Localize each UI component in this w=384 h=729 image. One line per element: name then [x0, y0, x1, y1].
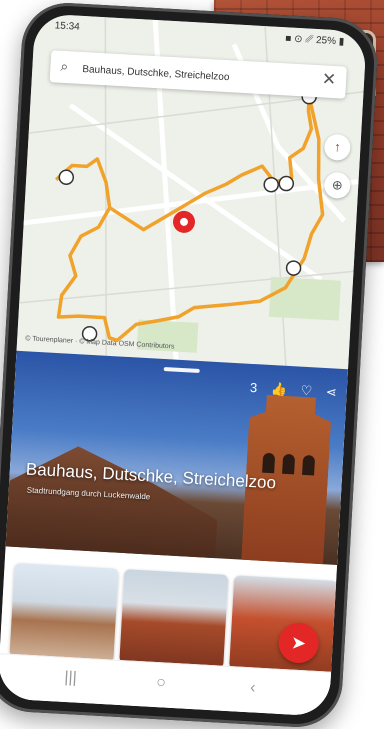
- share-icon[interactable]: ⋖: [325, 384, 337, 400]
- gallery-photo[interactable]: [9, 562, 119, 663]
- back-button[interactable]: ‹: [250, 679, 256, 697]
- search-icon: ⌕: [60, 57, 69, 75]
- park-area: [268, 276, 341, 321]
- gallery-photo[interactable]: [119, 569, 229, 669]
- phone-screen: ⌕ ✕ ↑ ⊕ © Tourenplaner · © Map Data OSM …: [0, 13, 367, 717]
- poi-marker[interactable]: [278, 175, 295, 192]
- parking-marker[interactable]: [285, 260, 302, 276]
- phone-frame: ⌕ ✕ ↑ ⊕ © Tourenplaner · © Map Data OSM …: [0, 0, 380, 729]
- status-time: 15:34: [54, 20, 81, 33]
- sheet-drag-handle[interactable]: [163, 366, 200, 373]
- home-button[interactable]: ○: [156, 674, 167, 693]
- recent-apps-button[interactable]: |||: [64, 669, 77, 688]
- tour-detail-sheet[interactable]: 3 👍 ♡ ⋖ Bauhaus, Dutschke, Streichelzoo …: [0, 350, 349, 717]
- tour-actions: 3 👍 ♡ ⋖: [240, 379, 338, 400]
- poi-marker[interactable]: [263, 176, 279, 193]
- status-icons: ■ ⊙ ␥ 25% ▮: [285, 33, 345, 48]
- poi-marker[interactable]: [58, 169, 75, 185]
- like-count: 3: [249, 379, 258, 396]
- gallery-photo[interactable]: [229, 575, 339, 675]
- tower-window: [262, 453, 275, 474]
- tower-window: [302, 455, 315, 476]
- heart-icon[interactable]: ♡: [300, 383, 312, 399]
- map-view[interactable]: ⌕ ✕ ↑ ⊕ © Tourenplaner · © Map Data OSM …: [16, 13, 367, 372]
- close-icon[interactable]: ✕: [321, 69, 336, 90]
- thumbs-up-icon[interactable]: 👍: [270, 381, 287, 397]
- tour-hero-image[interactable]: 3 👍 ♡ ⋖ Bauhaus, Dutschke, Streichelzoo …: [5, 350, 349, 565]
- tower-window: [282, 454, 295, 475]
